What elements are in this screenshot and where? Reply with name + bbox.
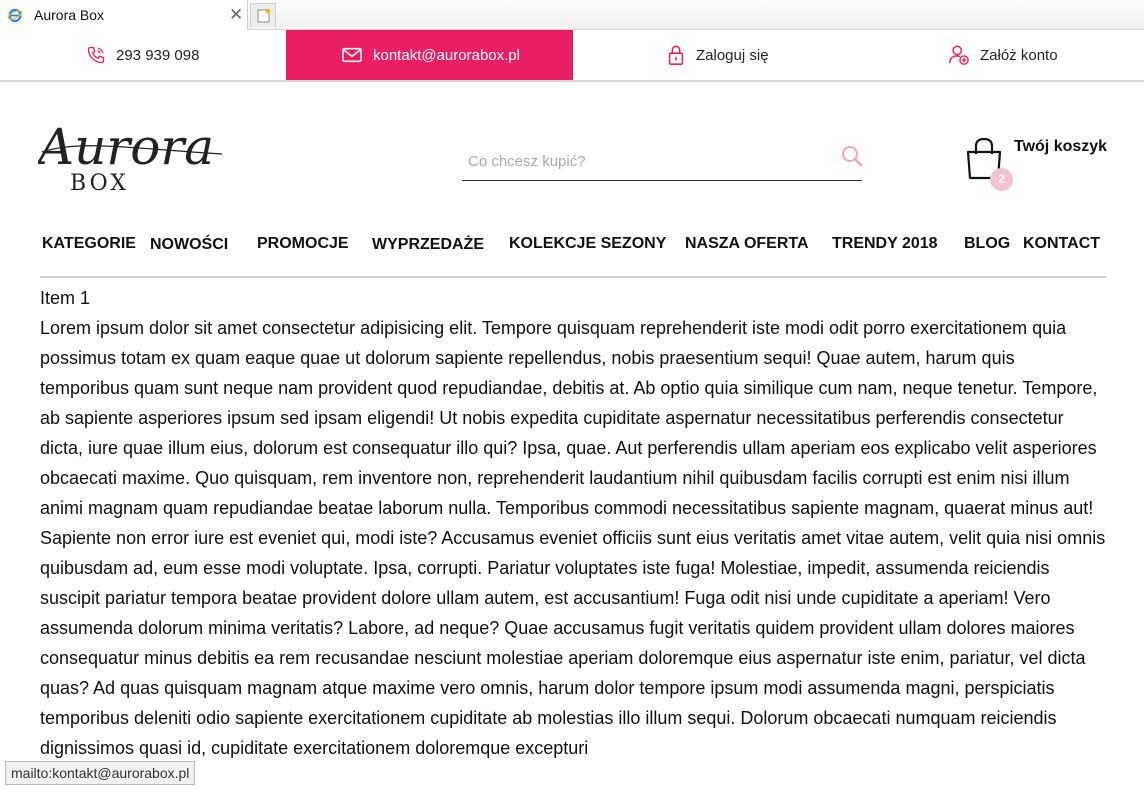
envelope-icon [342,47,362,63]
phone-link[interactable]: 293 939 098 [86,30,199,80]
cart-button[interactable]: 2 Twój koszyk [962,136,1112,196]
search-icon[interactable] [840,144,864,168]
nav-item-wyprzedaze[interactable]: WYPRZEDAŻE [372,236,484,254]
nav-item-kategorie[interactable]: KATEGORIE [42,235,136,253]
nav-divider [40,276,1106,278]
phone-number: 293 939 098 [116,46,200,64]
email-link[interactable]: kontakt@aurorabox.pl [286,30,573,80]
topbar-divider [0,80,1144,82]
main-navigation: KATEGORIE NOWOŚCI PROMOCJE WYPRZEDAŻE KO… [0,233,1144,259]
new-tab-button[interactable] [250,3,276,27]
lock-icon [668,45,684,65]
nav-item-kontact[interactable]: KONTACT [1023,235,1100,253]
aurora-box-logo[interactable]: Aurora BOX [34,112,228,196]
browser-tab[interactable]: Aurora Box ✕ [0,0,248,30]
login-label: Zaloguj się [696,46,769,64]
nav-item-trendy-2018[interactable]: TRENDY 2018 [832,235,938,253]
search-bar [462,140,864,181]
nav-item-nowosci[interactable]: NOWOŚCI [150,236,228,254]
cart-label: Twój koszyk [1014,138,1108,155]
nav-item-promocje[interactable]: PROMOCJE [257,235,349,253]
close-tab-icon[interactable]: ✕ [229,5,243,25]
nav-item-blog[interactable]: BLOG [964,235,1010,253]
link-status-bar: mailto:kontakt@aurorabox.pl [5,761,196,785]
item-title: Item 1 [40,288,91,308]
register-label: Załóż konto [980,46,1058,64]
nav-item-kolekcje-sezony[interactable]: KOLEKCJE SEZONY [509,235,666,253]
phone-icon [87,46,105,64]
internet-explorer-icon [7,7,23,23]
main-content: Item 1 Lorem ipsum dolor sit amet consec… [40,283,1108,763]
item-body-text: Lorem ipsum dolor sit amet consectetur a… [40,318,1106,758]
logo-box-text: BOX [70,171,129,196]
tab-title: Aurora Box [34,7,105,23]
register-link[interactable]: Załóż konto [948,30,1058,80]
new-tab-icon [257,8,271,23]
search-input[interactable] [466,148,830,174]
nav-item-nasza-oferta[interactable]: NASZA OFERTA [685,235,809,253]
cart-count-badge: 2 [990,168,1013,191]
add-user-icon [949,45,969,65]
browser-tab-bar: Aurora Box ✕ [0,0,1144,30]
email-address: kontakt@aurorabox.pl [373,46,520,64]
login-link[interactable]: Zaloguj się [666,30,769,80]
